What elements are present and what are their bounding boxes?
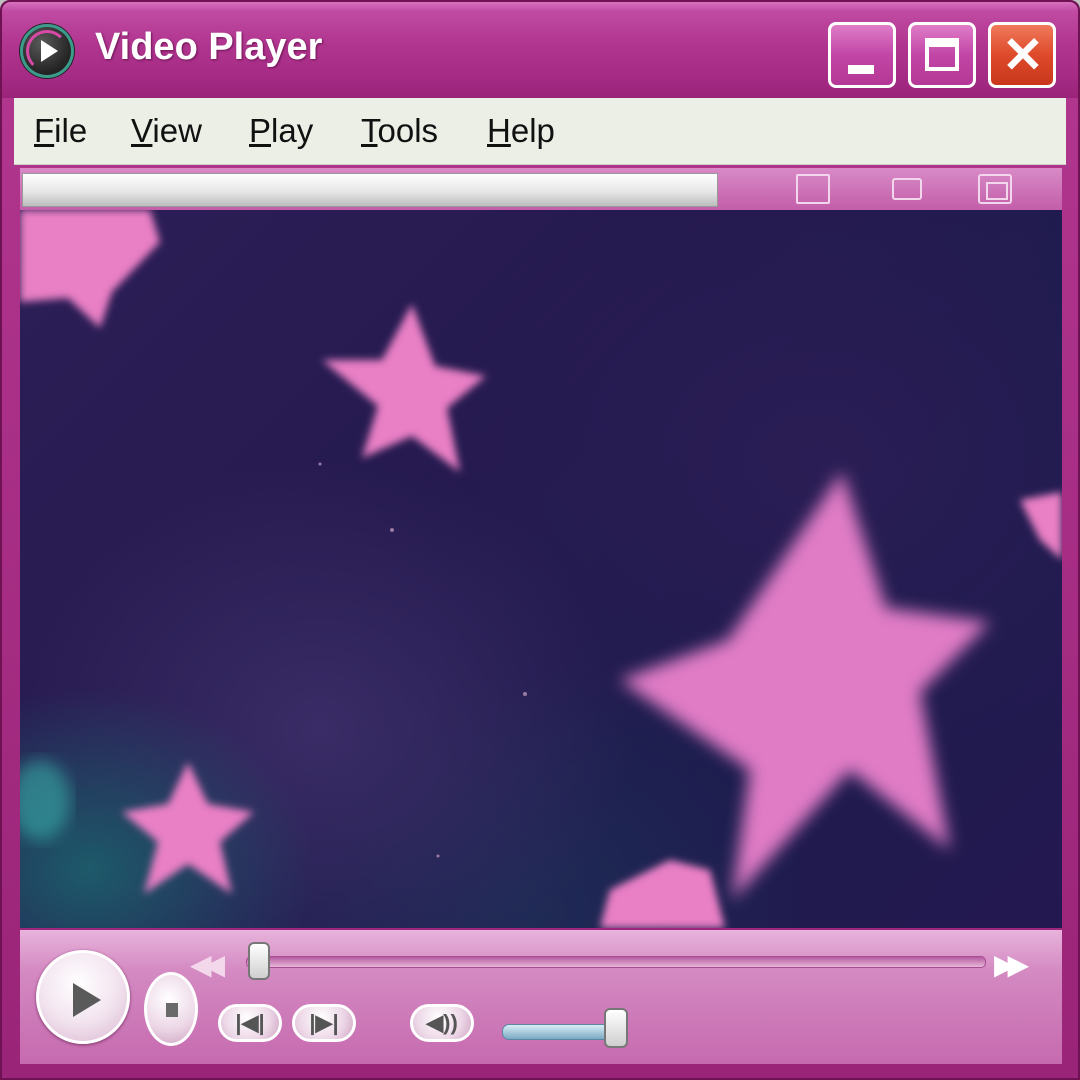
window-title: Video Player	[95, 26, 323, 68]
seek-slider-track[interactable]	[246, 956, 986, 968]
volume-slider-track[interactable]	[502, 1024, 614, 1040]
stop-button[interactable]	[144, 972, 198, 1046]
status-strip	[20, 168, 1062, 210]
rewind-icon[interactable]: ◀◀	[190, 948, 225, 981]
mute-button[interactable]: ◀))	[410, 1004, 474, 1042]
menu-play[interactable]: Play	[249, 112, 313, 150]
play-button[interactable]	[36, 950, 130, 1044]
player-app-icon	[20, 24, 74, 78]
stop-icon	[166, 1003, 178, 1017]
star-shape	[1020, 492, 1062, 560]
star-shape	[600, 860, 725, 928]
maximize-button[interactable]	[908, 22, 976, 88]
previous-icon: |◀|	[235, 1010, 265, 1035]
fullscreen-icon[interactable]	[978, 174, 1012, 204]
next-button[interactable]: |▶|	[292, 1004, 356, 1042]
star-shape	[322, 304, 486, 472]
close-button[interactable]: ✕	[988, 22, 1056, 88]
star-shape	[620, 472, 990, 900]
top-progress-bar	[22, 173, 718, 207]
video-display[interactable]	[20, 210, 1062, 928]
next-icon: |▶|	[309, 1010, 339, 1035]
maximize-icon	[925, 38, 959, 71]
menu-tools[interactable]: Tools	[361, 112, 438, 150]
title-bar[interactable]: Video Player ✕	[2, 2, 1078, 98]
minimize-icon	[848, 65, 874, 74]
volume-slider-thumb[interactable]	[604, 1008, 628, 1048]
menu-file[interactable]: File	[34, 112, 87, 150]
video-player-window: Video Player ✕ File View Play Tools Help	[0, 0, 1080, 1080]
minimize-button[interactable]	[828, 22, 896, 88]
menu-bar: File View Play Tools Help	[14, 98, 1066, 165]
fast-forward-icon[interactable]: ▶▶	[994, 948, 1029, 981]
menu-view[interactable]: View	[131, 112, 202, 150]
previous-button[interactable]: |◀|	[218, 1004, 282, 1042]
transport-controls: |◀| |▶| ◀)) ◀◀ ▶▶	[20, 930, 1062, 1064]
star-shape	[20, 210, 160, 328]
playlist-icon[interactable]	[796, 174, 830, 204]
menu-help[interactable]: Help	[487, 112, 555, 150]
play-icon	[73, 983, 101, 1017]
star-shape	[122, 762, 254, 894]
speaker-icon: ◀))	[426, 1010, 458, 1035]
video-frame-stars	[20, 210, 1062, 928]
compact-mode-icon[interactable]	[892, 178, 922, 200]
seek-slider-thumb[interactable]	[248, 942, 270, 980]
close-icon: ✕	[1002, 27, 1044, 83]
